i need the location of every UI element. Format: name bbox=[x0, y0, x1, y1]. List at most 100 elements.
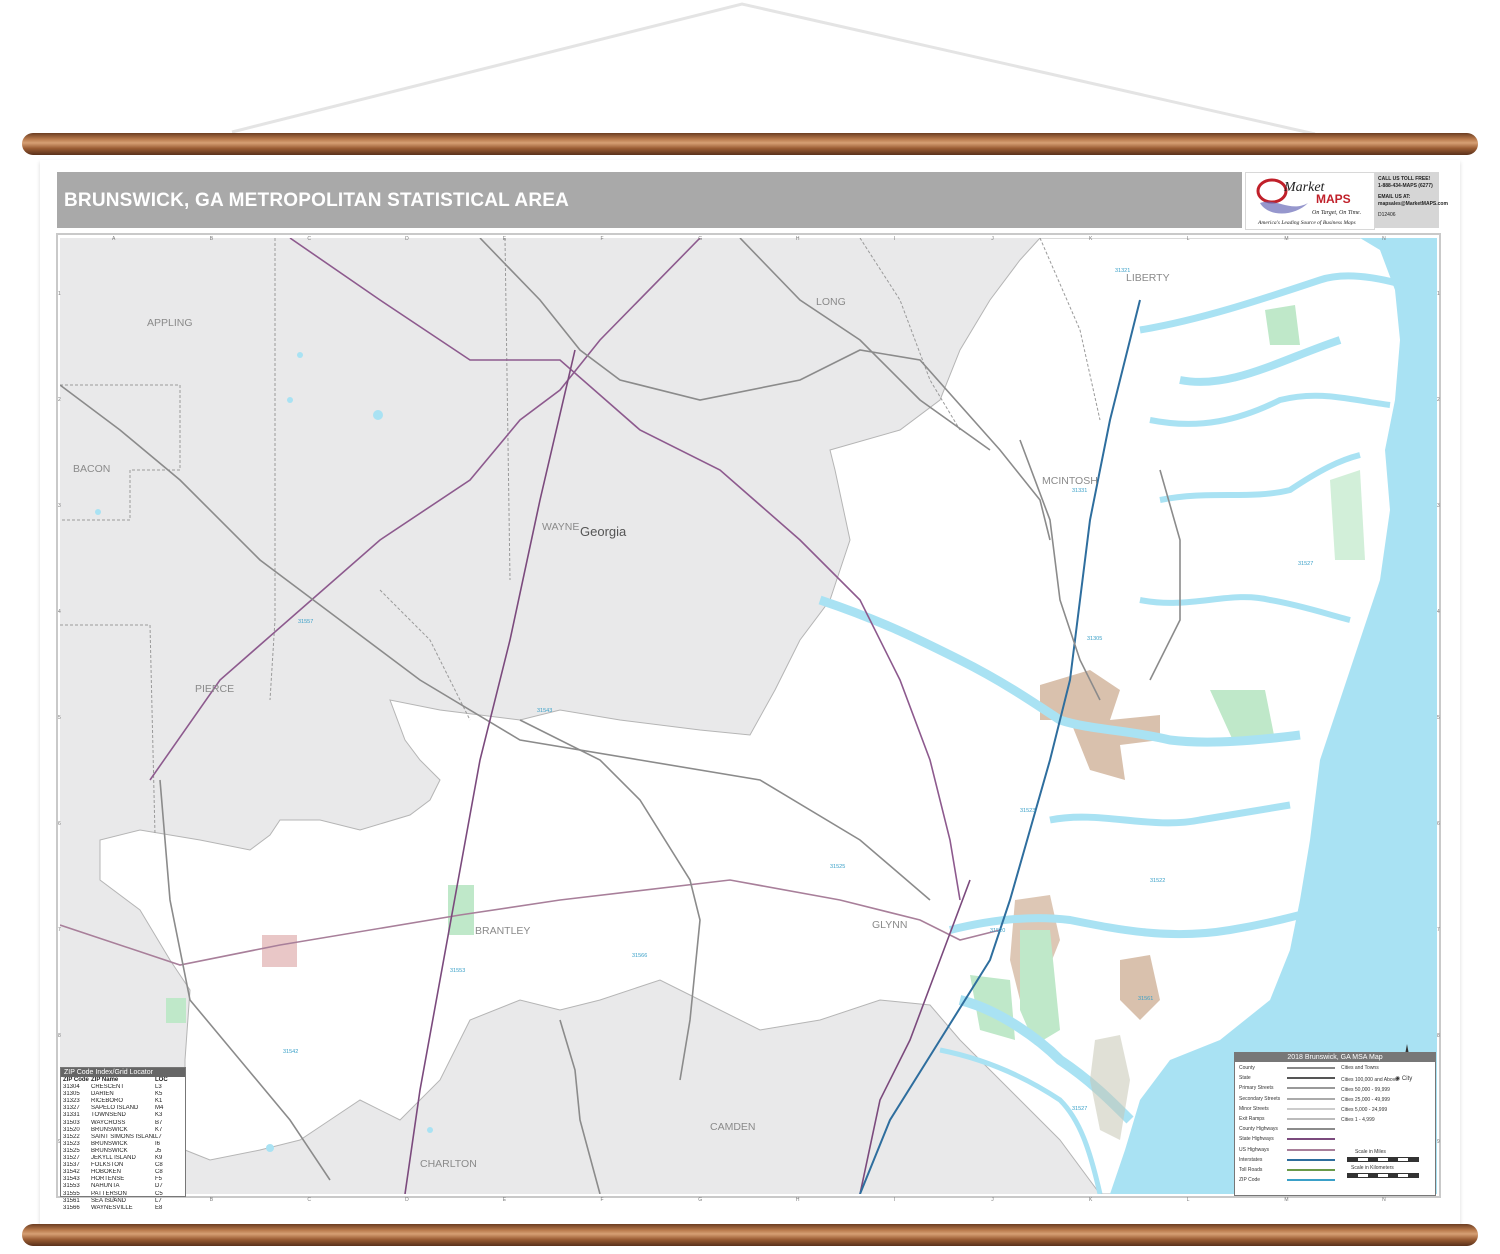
table-cell: WAYNESVILLE bbox=[91, 1204, 133, 1211]
table-cell: 31543 bbox=[63, 1176, 80, 1183]
table-row: 31553 NAHUNTA D7 bbox=[61, 1183, 185, 1190]
grid-column-label: F bbox=[601, 236, 604, 242]
county-label-wayne: WAYNE bbox=[542, 521, 579, 533]
grid-column-label: F bbox=[601, 1197, 604, 1203]
product-image: BRUNSWICK, GA METROPOLITAN STATISTICAL A… bbox=[0, 0, 1500, 1254]
county-label-long: LONG bbox=[816, 296, 846, 308]
legend-item-swatch bbox=[1287, 1118, 1335, 1120]
grid-row-label: 8 bbox=[1437, 1033, 1440, 1039]
legend-item-label: Interstates bbox=[1239, 1156, 1263, 1163]
zip-label: 31520 bbox=[990, 928, 1005, 934]
map-legend: 2018 Brunswick, GA MSA Map County State Pr… bbox=[1234, 1052, 1436, 1196]
zip-label: 31527 bbox=[1298, 561, 1313, 567]
grid-column-label: N bbox=[1382, 236, 1386, 242]
legend-item-swatch bbox=[1287, 1107, 1335, 1110]
table-cell: L3 bbox=[155, 1084, 162, 1091]
zip-index-rows: 31304 CRESCENT L3 31305 DARIEN K5 31323 RICEBOR… bbox=[61, 1084, 185, 1212]
legend-item-label: State Highways bbox=[1239, 1136, 1274, 1143]
zip-label: 31561 bbox=[1138, 996, 1153, 1002]
table-row: 31331 TOWNSEND K3 bbox=[61, 1112, 185, 1119]
table-cell: JEKYLL ISLAND bbox=[91, 1155, 136, 1162]
table-cell: I6 bbox=[155, 1140, 161, 1147]
county-label-pierce: PIERCE bbox=[195, 683, 234, 695]
zip-label: 31523 bbox=[1020, 808, 1035, 814]
zip-label: 31553 bbox=[450, 968, 465, 974]
legend-item-swatch bbox=[1287, 1097, 1335, 1100]
county-label-charlton: CHARLTON bbox=[420, 1158, 477, 1170]
table-cell: SEA ISLAND bbox=[91, 1197, 127, 1204]
table-cell: 31323 bbox=[63, 1098, 80, 1105]
table-cell: HORTENSE bbox=[91, 1176, 125, 1183]
table-cell: 31305 bbox=[63, 1091, 80, 1098]
county-label-bacon: BACON bbox=[73, 463, 110, 475]
table-cell: C8 bbox=[155, 1162, 163, 1169]
grid-column-label: H bbox=[796, 236, 800, 242]
legend-item-label: County Highways bbox=[1239, 1126, 1278, 1133]
table-row: 31555 PATTERSON C5 bbox=[61, 1191, 185, 1198]
grid-column-label: H bbox=[796, 1197, 800, 1203]
column-header: ZIP Code bbox=[63, 1077, 89, 1083]
table-cell: 31553 bbox=[63, 1183, 80, 1190]
table-cell: DARIEN bbox=[91, 1091, 114, 1098]
grid-row-label: 5 bbox=[1437, 715, 1440, 721]
county-label-glynn: GLYNN bbox=[872, 919, 907, 931]
table-cell: F5 bbox=[155, 1176, 163, 1183]
zip-code-index: ZIP Code Index/Grid Locator ZIP Code ZIP… bbox=[60, 1067, 186, 1211]
table-row: 31503 WAYCROSS B7 bbox=[61, 1120, 185, 1127]
state-label: Georgia bbox=[580, 524, 627, 539]
table-row: 31305 DARIEN K5 bbox=[61, 1091, 185, 1098]
grid-row-label: 7 bbox=[58, 927, 61, 933]
grid-column-label: M bbox=[1284, 1197, 1288, 1203]
table-cell: 31304 bbox=[63, 1084, 80, 1091]
grid-row-label: 1 bbox=[1437, 291, 1440, 297]
table-cell: K3 bbox=[155, 1112, 163, 1119]
zip-label: 31321 bbox=[1115, 268, 1130, 274]
column-header: LOC bbox=[155, 1077, 168, 1083]
table-cell: WAYCROSS bbox=[91, 1119, 126, 1126]
legend-item-swatch bbox=[1287, 1158, 1335, 1161]
table-row: 31327 SAPELO ISLAND M4 bbox=[61, 1105, 185, 1112]
grid-column-label: G bbox=[698, 236, 702, 242]
grid-column-label: L bbox=[1187, 236, 1190, 242]
grid-row-label: 5 bbox=[58, 715, 61, 721]
table-row: 31543 HORTENSE F5 bbox=[61, 1176, 185, 1183]
grid-row-label: 2 bbox=[1437, 397, 1440, 403]
legend-item-label: County bbox=[1239, 1065, 1255, 1071]
grid-column-label: C bbox=[307, 1197, 311, 1203]
legend-item-swatch bbox=[1287, 1138, 1335, 1141]
legend-item-label: US Highways bbox=[1239, 1146, 1270, 1153]
table-cell: PATTERSON bbox=[91, 1190, 127, 1197]
legend-city-class: Cities 5,000 - 24,999 bbox=[1341, 1107, 1388, 1113]
legend-item-swatch bbox=[1287, 1087, 1335, 1090]
zip-index-columns: ZIP Code ZIP Name LOC bbox=[61, 1077, 185, 1084]
grid-column-label: D bbox=[405, 1197, 409, 1203]
zip-label: 31527 bbox=[1072, 1106, 1087, 1112]
grid-column-label: D bbox=[405, 236, 409, 242]
table-cell: TOWNSEND bbox=[91, 1112, 126, 1119]
grid-row-label: 4 bbox=[58, 609, 61, 615]
table-cell: 31331 bbox=[63, 1112, 80, 1119]
legend-item-swatch bbox=[1287, 1148, 1335, 1151]
table-cell: K1 bbox=[155, 1098, 163, 1105]
table-cell: BRUNSWICK bbox=[91, 1147, 128, 1154]
grid-column-label: G bbox=[698, 1197, 702, 1203]
table-cell: RICEBORO bbox=[91, 1098, 124, 1105]
grid-row-label: 8 bbox=[58, 1033, 61, 1039]
table-cell: 31527 bbox=[63, 1155, 80, 1162]
table-cell: NAHUNTA bbox=[91, 1183, 120, 1190]
grid-row-label: 9 bbox=[1437, 1139, 1440, 1145]
legend-item-swatch bbox=[1287, 1067, 1335, 1069]
nahunta-urban bbox=[262, 935, 297, 967]
grid-row-label: 2 bbox=[58, 397, 61, 403]
legend-item-label: Exit Ramps bbox=[1239, 1116, 1265, 1122]
scale-bar-miles bbox=[1347, 1157, 1419, 1162]
county-label-mcintosh: MCINTOSH bbox=[1042, 475, 1098, 487]
legend-item-label: Secondary Streets bbox=[1239, 1095, 1281, 1102]
table-cell: 31522 bbox=[63, 1133, 80, 1140]
grid-row-label: 6 bbox=[1437, 821, 1440, 827]
table-cell: 31327 bbox=[63, 1105, 80, 1112]
legend-title: 2018 Brunswick, GA MSA Map bbox=[1235, 1053, 1435, 1062]
table-row: 31520 BRUNSWICK K7 bbox=[61, 1127, 185, 1134]
table-cell: 31525 bbox=[63, 1147, 80, 1154]
grid-row-label: 1 bbox=[58, 291, 61, 297]
